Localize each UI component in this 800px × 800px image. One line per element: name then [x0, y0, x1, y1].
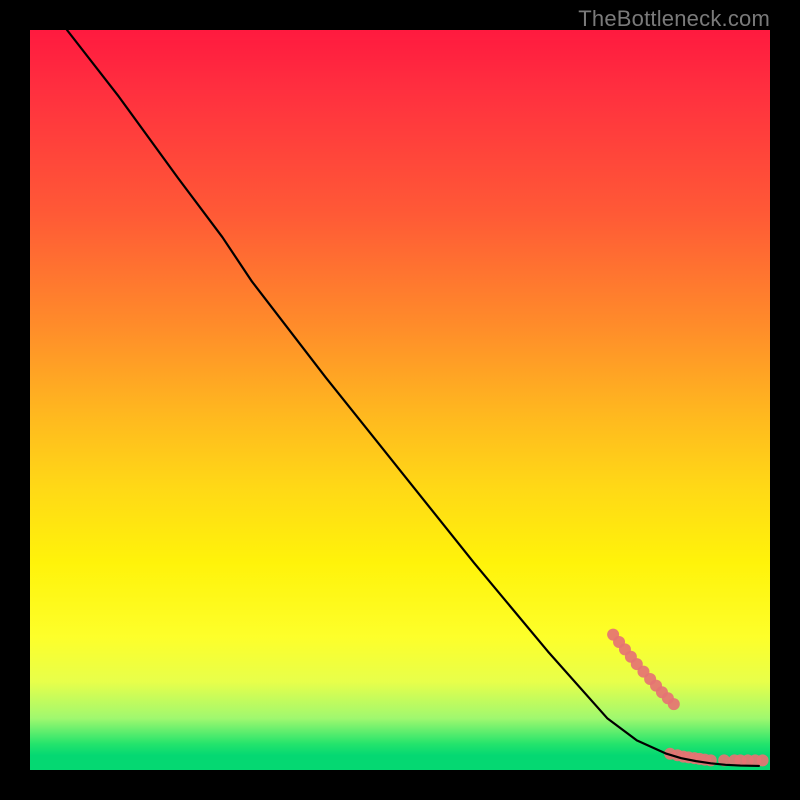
plot-area [30, 30, 770, 770]
chart-overlay [30, 30, 770, 770]
chart-frame: TheBottleneck.com [0, 0, 800, 800]
scatter-points [607, 629, 768, 767]
data-point [757, 754, 769, 766]
attribution-text: TheBottleneck.com [578, 6, 770, 32]
data-point [668, 698, 680, 710]
curve-line [67, 30, 759, 766]
